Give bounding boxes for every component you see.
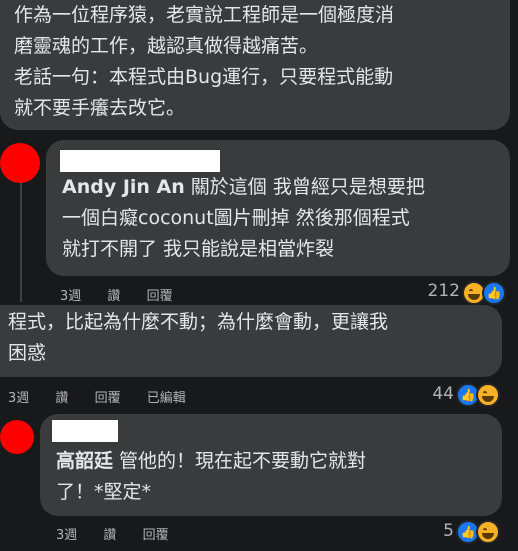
author-name-gao[interactable]: 高韶廷 bbox=[56, 450, 113, 472]
redacted-name-bar bbox=[52, 420, 118, 442]
comment-text-mid: 程式，比起為什麼不動；為什麼會動，更讓我 困惑 bbox=[8, 311, 389, 364]
like-button[interactable]: 讚 bbox=[103, 524, 116, 543]
avatar-gao[interactable] bbox=[0, 420, 34, 454]
comment-text-top: 作為一位程序猿，老實說工程師是一個極度消 磨靈魂的工作，越認真做得越痛苦。 老話… bbox=[14, 4, 395, 119]
edited-label: 已編輯 bbox=[146, 391, 186, 406]
reaction-count-andy[interactable]: 212 bbox=[400, 281, 460, 301]
reaction-count-mid[interactable]: 44 bbox=[400, 384, 454, 404]
comment-meta-mid: 3週 讚 回覆 已編輯 bbox=[8, 387, 208, 406]
reply-button[interactable]: 回覆 bbox=[95, 387, 121, 406]
avatar-andy[interactable] bbox=[0, 143, 40, 183]
reaction-count-gao[interactable]: 5 bbox=[400, 521, 454, 541]
reply-text-gao: 高韶廷 管他的！現在起不要動它就對 了！*堅定* bbox=[56, 446, 496, 508]
redacted-name-bar bbox=[60, 150, 220, 172]
reply-text-andy: Andy Jin An 關於這個 我曾經只是想要把 一個白癡coconut圖片刪掉… bbox=[62, 172, 502, 265]
like-button[interactable]: 讚 bbox=[55, 387, 68, 406]
timestamp[interactable]: 3週 bbox=[8, 387, 29, 406]
timestamp[interactable]: 3週 bbox=[60, 285, 81, 304]
like-button[interactable]: 讚 bbox=[107, 285, 120, 304]
reply-meta-andy: 3週 讚 回覆 bbox=[60, 285, 195, 304]
thread-line bbox=[20, 182, 22, 302]
reply-meta-gao: 3週 讚 回覆 bbox=[56, 524, 191, 543]
timestamp[interactable]: 3週 bbox=[56, 524, 77, 543]
like-icon: 👍 bbox=[482, 281, 506, 305]
reply-button[interactable]: 回覆 bbox=[143, 524, 169, 543]
haha-icon bbox=[476, 383, 500, 407]
reply-button[interactable]: 回覆 bbox=[147, 285, 173, 304]
haha-icon bbox=[476, 520, 500, 544]
author-name-andy[interactable]: Andy Jin An bbox=[62, 176, 185, 198]
